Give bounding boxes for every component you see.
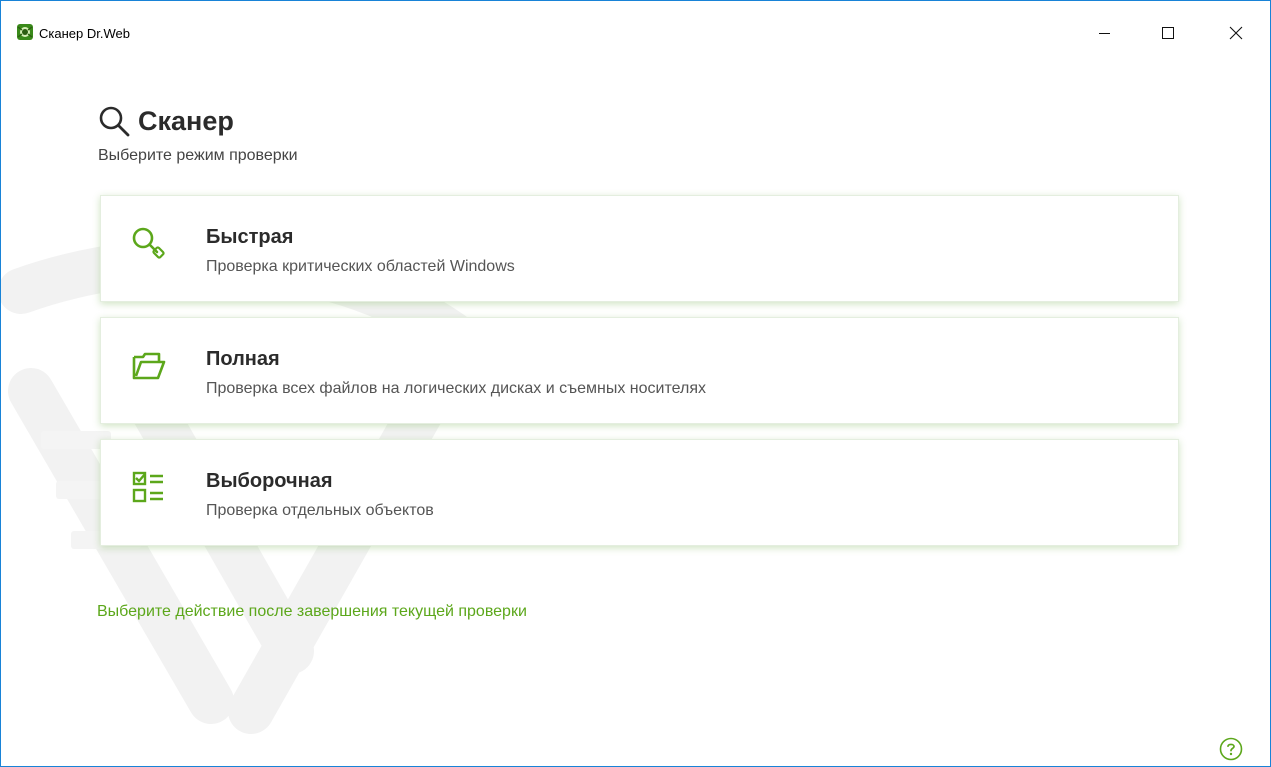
scan-mode-list: Быстрая Проверка критических областей Wi… — [100, 195, 1179, 546]
search-icon — [98, 105, 130, 137]
scanner-window: Сканер Dr.Web Сканер Выберите режим пров… — [0, 0, 1271, 767]
custom-scan-description: Проверка отдельных объектов — [206, 502, 434, 519]
minimize-icon — [1099, 27, 1111, 39]
scanner-header: Сканер Выберите режим проверки — [98, 103, 298, 165]
close-icon — [1229, 26, 1243, 40]
minimize-button[interactable] — [1082, 17, 1128, 48]
maximize-icon — [1162, 26, 1174, 39]
full-scan-description: Проверка всех файлов на логических диска… — [206, 380, 706, 397]
maximize-button[interactable] — [1145, 17, 1191, 48]
quick-scan-title: Быстрая — [206, 226, 294, 248]
checklist-icon — [131, 470, 167, 506]
full-scan-card[interactable]: Полная Проверка всех файлов на логически… — [100, 317, 1179, 424]
quick-scan-icon — [131, 226, 167, 262]
title-bar: Сканер Dr.Web — [1, 1, 1270, 41]
window-title: Сканер Dr.Web — [39, 26, 130, 41]
drweb-spider-icon — [17, 24, 33, 40]
full-scan-title: Полная — [206, 348, 280, 370]
after-scan-action-link[interactable]: Выберите действие после завершения текущ… — [97, 603, 527, 621]
custom-scan-card[interactable]: Выборочная Проверка отдельных объектов — [100, 439, 1179, 546]
help-icon[interactable] — [1219, 737, 1243, 761]
close-button[interactable] — [1213, 17, 1259, 48]
page-title: Сканер — [98, 103, 298, 139]
quick-scan-description: Проверка критических областей Windows — [206, 258, 515, 275]
folder-icon — [131, 348, 167, 384]
page-title-text: Сканер — [138, 105, 234, 136]
page-subtitle: Выберите режим проверки — [98, 147, 298, 164]
quick-scan-card[interactable]: Быстрая Проверка критических областей Wi… — [100, 195, 1179, 302]
custom-scan-title: Выборочная — [206, 470, 333, 492]
